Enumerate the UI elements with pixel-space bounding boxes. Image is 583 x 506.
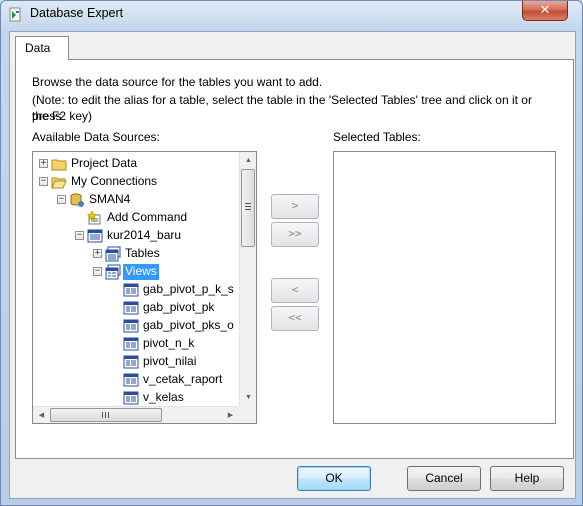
tree-node[interactable]: v_kelas — [33, 389, 239, 407]
tree-node[interactable]: gab_pivot_p_k_s — [33, 281, 239, 299]
available-sources-tree[interactable]: + Project Data − My Connections − SMAN4 Add Co… — [32, 151, 257, 424]
grip-icon — [245, 203, 251, 211]
view-icon — [123, 300, 139, 316]
tree-node-label[interactable]: Add Command — [105, 210, 189, 226]
expand-icon[interactable]: + — [39, 159, 48, 168]
ok-button[interactable]: OK — [297, 466, 371, 491]
horizontal-scroll-thumb[interactable] — [50, 408, 162, 422]
add-all-button[interactable]: >> — [271, 222, 319, 247]
tree-node[interactable]: Add Command — [33, 209, 239, 227]
tree-node[interactable]: gab_pivot_pks_o — [33, 317, 239, 335]
view-icon — [123, 354, 139, 370]
expand-icon[interactable]: + — [93, 249, 102, 258]
description-line-3: the F2 key) — [32, 109, 93, 123]
collapse-icon[interactable]: − — [39, 177, 48, 186]
view-icon — [123, 390, 139, 406]
collapse-icon[interactable]: − — [93, 267, 102, 276]
tree-node[interactable]: pivot_n_k — [33, 335, 239, 353]
crystal-reports-icon — [9, 7, 21, 22]
available-sources-label: Available Data Sources: — [32, 130, 160, 144]
dialog-body: Data Browse the data source for the tabl… — [9, 31, 576, 499]
database-connection-icon — [69, 192, 85, 208]
collapse-icon[interactable]: − — [57, 195, 66, 204]
tree-node[interactable]: pivot_nilai — [33, 353, 239, 371]
grip-icon — [102, 412, 110, 418]
tables-icon — [105, 246, 121, 262]
window-title: Database Expert — [30, 6, 124, 20]
cancel-button[interactable]: Cancel — [407, 466, 481, 491]
view-icon — [123, 336, 139, 352]
remove-all-button[interactable]: << — [271, 306, 319, 331]
help-button[interactable]: Help — [490, 466, 564, 491]
horizontal-scrollbar[interactable]: ◀ ▶ — [33, 406, 239, 423]
tree-node-label[interactable]: v_cetak_raport — [141, 372, 224, 388]
tree-node-label[interactable]: v_kelas — [141, 390, 186, 406]
folder-open-icon — [51, 174, 67, 190]
scroll-left-arrow-icon[interactable]: ◀ — [33, 407, 50, 423]
tree-node-label[interactable]: Views — [123, 264, 159, 280]
tab-data[interactable]: Data — [15, 36, 69, 60]
tree-node-label[interactable]: kur2014_baru — [105, 228, 183, 244]
scrollbar-corner — [239, 406, 256, 423]
remove-button[interactable]: < — [271, 278, 319, 303]
tree-node-label[interactable]: Project Data — [69, 156, 139, 172]
description-line-1: Browse the data source for the tables yo… — [32, 75, 323, 89]
views-icon — [105, 264, 121, 280]
folder-icon — [51, 156, 67, 172]
add-command-icon — [86, 210, 103, 226]
selected-tables-label: Selected Tables: — [333, 130, 421, 144]
scroll-right-arrow-icon[interactable]: ▶ — [222, 407, 239, 423]
vertical-scrollbar[interactable]: ▲ ▼ — [239, 152, 256, 406]
tree-node[interactable]: − kur2014_baru — [33, 227, 239, 245]
scroll-down-arrow-icon[interactable]: ▼ — [240, 389, 256, 406]
scroll-up-arrow-icon[interactable]: ▲ — [240, 152, 256, 169]
title-bar[interactable]: Database Expert ✕ — [1, 1, 582, 29]
database-expert-window: Database Expert ✕ Data Browse the data s… — [0, 0, 583, 506]
tab-panel-data: Browse the data source for the tables yo… — [15, 59, 574, 459]
tree-node[interactable]: − SMAN4 — [33, 191, 239, 209]
tree-node[interactable]: + Tables — [33, 245, 239, 263]
database-icon — [87, 228, 103, 244]
close-button[interactable]: ✕ — [522, 1, 568, 21]
tree-node-label[interactable]: Tables — [123, 246, 162, 262]
tree-node-label[interactable]: gab_pivot_p_k_s — [141, 282, 236, 298]
vertical-scroll-thumb[interactable] — [241, 169, 255, 247]
view-icon — [123, 282, 139, 298]
tree-node[interactable]: − Views — [33, 263, 239, 281]
tree-node-label[interactable]: pivot_n_k — [141, 336, 196, 352]
view-icon — [123, 372, 139, 388]
tree-node-label[interactable]: SMAN4 — [87, 192, 132, 208]
tree-node-label[interactable]: gab_pivot_pk — [141, 300, 216, 316]
tree-node[interactable]: + Project Data — [33, 155, 239, 173]
collapse-icon[interactable]: − — [75, 231, 84, 240]
tree-node-label[interactable]: gab_pivot_pks_o — [141, 318, 236, 334]
tree-node[interactable]: v_cetak_raport — [33, 371, 239, 389]
selected-tables-tree[interactable] — [333, 151, 556, 424]
tree-node-label[interactable]: My Connections — [69, 174, 159, 190]
tree-node-label[interactable]: pivot_nilai — [141, 354, 198, 370]
add-button[interactable]: > — [271, 194, 319, 219]
tree-node[interactable]: gab_pivot_pk — [33, 299, 239, 317]
view-icon — [123, 318, 139, 334]
tree-node[interactable]: − My Connections — [33, 173, 239, 191]
